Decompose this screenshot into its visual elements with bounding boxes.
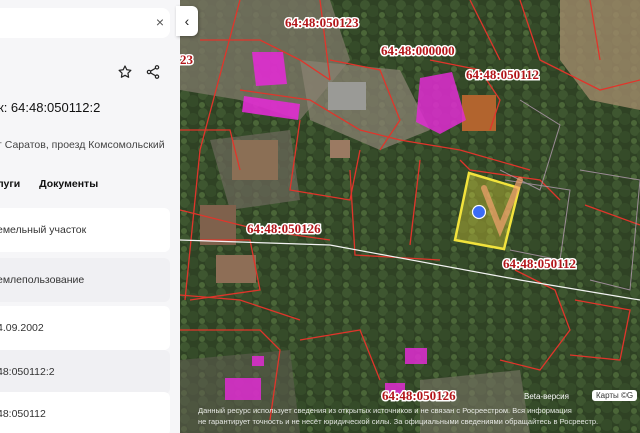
disclaimer-line: Данный ресурс использует сведения из отк… [198, 406, 572, 415]
close-icon[interactable]: × [156, 14, 164, 30]
collapse-panel-button[interactable]: ‹ [176, 6, 198, 36]
map-label: 64:48:000000 [381, 43, 455, 58]
row-value: 48:050112:2 [0, 366, 55, 378]
map-label: 64:48:050123 [285, 15, 359, 30]
parcel-marker-icon [471, 204, 487, 220]
tab-documents[interactable]: Документы [39, 178, 98, 190]
list-item: емлепользование [0, 258, 170, 302]
map-label: 64:48:050112 [503, 256, 576, 271]
row-value: емельный участок [0, 224, 87, 236]
panel-actions [117, 64, 161, 80]
panel-tabs: луги Документы [0, 178, 114, 190]
chevron-left-icon: ‹ [184, 13, 190, 29]
info-panel: × к: 64:48:050112:2 г Саратов, проезд Ко… [0, 0, 180, 433]
map-attribution[interactable]: Карты ©G [592, 390, 638, 401]
map-label: 64:48:050126 [247, 221, 321, 236]
parcel-title: к: 64:48:050112:2 [0, 100, 101, 115]
list-item: 4.09.2002 [0, 306, 170, 350]
map-label: 64:48:050126 [382, 388, 456, 403]
share-icon[interactable] [145, 64, 161, 80]
search-bar[interactable]: × [0, 8, 170, 38]
list-item: 48:050112 [0, 392, 170, 433]
list-item: 48:050112:2 [0, 350, 170, 394]
star-icon[interactable] [117, 64, 133, 80]
map-label: 64:48:050112 [466, 67, 539, 82]
map-disclaimer: Данный ресурс использует сведения из отк… [198, 405, 638, 427]
tab-services[interactable]: луги [0, 178, 20, 190]
row-value: 4.09.2002 [0, 322, 44, 334]
satellite-map[interactable]: 64:48:050123 64:48:000000 64:48:050112 6… [180, 0, 640, 433]
map-label: 23 [180, 52, 194, 67]
disclaimer-line: не гарантирует точность и не несёт юриди… [198, 417, 599, 426]
row-value: емлепользование [0, 274, 85, 286]
row-value: 48:050112 [0, 408, 46, 420]
list-item: емельный участок [0, 208, 170, 252]
parcel-address: г Саратов, проезд Комсомольский [0, 139, 165, 151]
beta-badge: Beta-версия [524, 392, 569, 401]
